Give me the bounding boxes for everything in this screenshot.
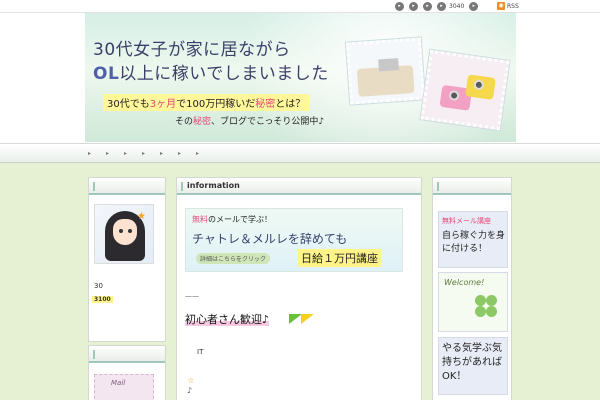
camera-stamp-image: [420, 49, 510, 131]
beginner-mark-icon: [289, 312, 315, 324]
main-header: information: [177, 178, 421, 195]
welcome-heading: 初心者さん歓迎♪: [185, 311, 270, 327]
prev-icon[interactable]: ▸: [395, 2, 404, 11]
avatar-face: [113, 219, 137, 245]
header-marker: [93, 350, 95, 359]
nav-item[interactable]: ▸: [160, 150, 168, 158]
banner-sub-a: 30代でも: [107, 99, 150, 110]
promo-free: 無料: [192, 215, 208, 224]
right-sidebar-header: [433, 178, 511, 195]
banner-sub-e: とは？: [275, 99, 306, 110]
divider-text: ——: [185, 292, 199, 300]
mail-course-text: 自ら稼ぐ力を身に付ける！: [442, 231, 506, 254]
star-icon: ★: [137, 211, 146, 222]
welcome-banner-text: Welcome!: [444, 278, 485, 287]
banner-headline-2: OL以上に稼いでしまいました: [93, 59, 329, 84]
mail-label: Mail: [111, 379, 126, 387]
promo-kicker: 無料のメールで学ぶ！: [192, 214, 272, 225]
promo-detail-link[interactable]: 詳細はこちらをクリック: [196, 253, 271, 264]
mail-course-title: 無料メール講座: [442, 217, 491, 225]
welcome-banner[interactable]: Welcome!: [438, 272, 508, 332]
mail-course-banner[interactable]: 無料メール講座 自ら稼ぐ力を身に付ける！: [438, 211, 508, 268]
nav-item[interactable]: ▸: [178, 150, 186, 158]
banner-tag-b: 秘密: [193, 117, 212, 127]
avatar-eye: [128, 229, 132, 233]
banner-headline-1: 30代女子が家に居ながら: [93, 40, 291, 60]
beginner-mark-yellow: [301, 314, 314, 324]
right-sidebar: 無料メール講座 自ら稼ぐ力を身に付ける！ Welcome! やる気学ぶ気持ちがあ…: [432, 177, 512, 400]
avatar-eye: [119, 229, 123, 233]
profile-highlight: 3100: [92, 296, 113, 303]
welcome-text: 初心者さん歓迎♪: [185, 313, 270, 326]
banner-sub-d: 秘密: [255, 99, 276, 110]
sofa-stamp-image: [345, 37, 426, 105]
nav-item[interactable]: ▸: [124, 150, 132, 158]
motivation-text: やる気学ぶ気持ちがあればOK！: [442, 343, 502, 382]
page-title: information: [187, 181, 240, 190]
profile-widget-header: [89, 178, 165, 195]
global-nav: ▸ ▸ ▸ ▸ ▸ ▸ ▸: [0, 143, 600, 163]
banner-subline: 30代でも3ヶ月で100万円稼いだ秘密とは？: [103, 94, 310, 111]
rss-link[interactable]: ◉ RSS: [497, 2, 519, 10]
banner-headline-2-rest: 以上に稼いでしまいました: [119, 64, 329, 84]
header-marker: [437, 182, 439, 191]
nav-items: ▸ ▸ ▸ ▸ ▸ ▸ ▸: [88, 150, 204, 158]
laptop-shape: [378, 58, 399, 72]
clover-icon: [475, 295, 497, 317]
header-marker: [181, 182, 183, 191]
header-banner[interactable]: 30代女子が家に居ながら OL以上に稼いでしまいました 30代でも3ヶ月で100…: [85, 13, 516, 142]
nav-item[interactable]: ▸: [142, 150, 150, 158]
lens-shape: [448, 89, 460, 102]
header-marker: [93, 182, 95, 191]
motivation-banner[interactable]: やる気学ぶ気持ちがあればOK！: [438, 337, 508, 395]
profile-age: 30: [94, 282, 103, 290]
mail-widget: Mail: [88, 345, 166, 400]
nav-item[interactable]: ▸: [196, 150, 204, 158]
banner-tag-c: 、ブログでこっそり公開中♪: [211, 117, 325, 127]
top-bar: ▸ ▸ ▸ ▸ 3040 ▸ ◉ RSS: [0, 0, 600, 13]
banner-tagline: その秘密、ブログでこっそり公開中♪: [175, 114, 324, 127]
nav-item[interactable]: ▸: [88, 150, 96, 158]
profile-widget: ★ 30 3100: [88, 177, 166, 342]
body-text: IT: [197, 348, 204, 356]
promo-banner[interactable]: 無料のメールで学ぶ！ チャトレ＆メルレを辞めても 詳細はこちらをクリック 日給１…: [185, 208, 403, 272]
home-icon[interactable]: ▸: [423, 2, 432, 11]
nav-item[interactable]: ▸: [106, 150, 114, 158]
mail-banner[interactable]: Mail: [94, 374, 154, 400]
main-content: information 無料のメールで学ぶ！ チャトレ＆メルレを辞めても 詳細は…: [176, 177, 422, 400]
rss-icon[interactable]: ◉: [497, 2, 505, 10]
top-nav: ▸ ▸ ▸ ▸ 3040 ▸: [395, 2, 479, 11]
menu-icon[interactable]: ▸: [469, 2, 479, 11]
banner-sub-b: 3ヶ月: [149, 99, 177, 110]
promo-kicker-rest: のメールで学ぶ！: [208, 215, 272, 224]
yellow-camera-shape: [465, 74, 496, 100]
next-icon[interactable]: ▸: [409, 2, 418, 11]
rss-label[interactable]: RSS: [507, 3, 519, 10]
promo-headline: チャトレ＆メルレを辞めても: [192, 232, 348, 246]
banner-tag-a: その: [175, 117, 194, 127]
access-count: 3040: [449, 3, 465, 10]
banner-ol: OL: [93, 64, 120, 84]
avatar[interactable]: ★: [94, 204, 154, 264]
promo-course: 日給１万円講座: [298, 249, 381, 267]
star-icon: ☆: [187, 376, 195, 385]
mail-widget-header: [89, 346, 165, 363]
count-icon: ▸: [437, 2, 446, 11]
music-note-icon: ♪: [187, 386, 193, 395]
banner-sub-c: で100万円稼いだ: [176, 99, 256, 110]
lens-shape: [473, 79, 485, 91]
